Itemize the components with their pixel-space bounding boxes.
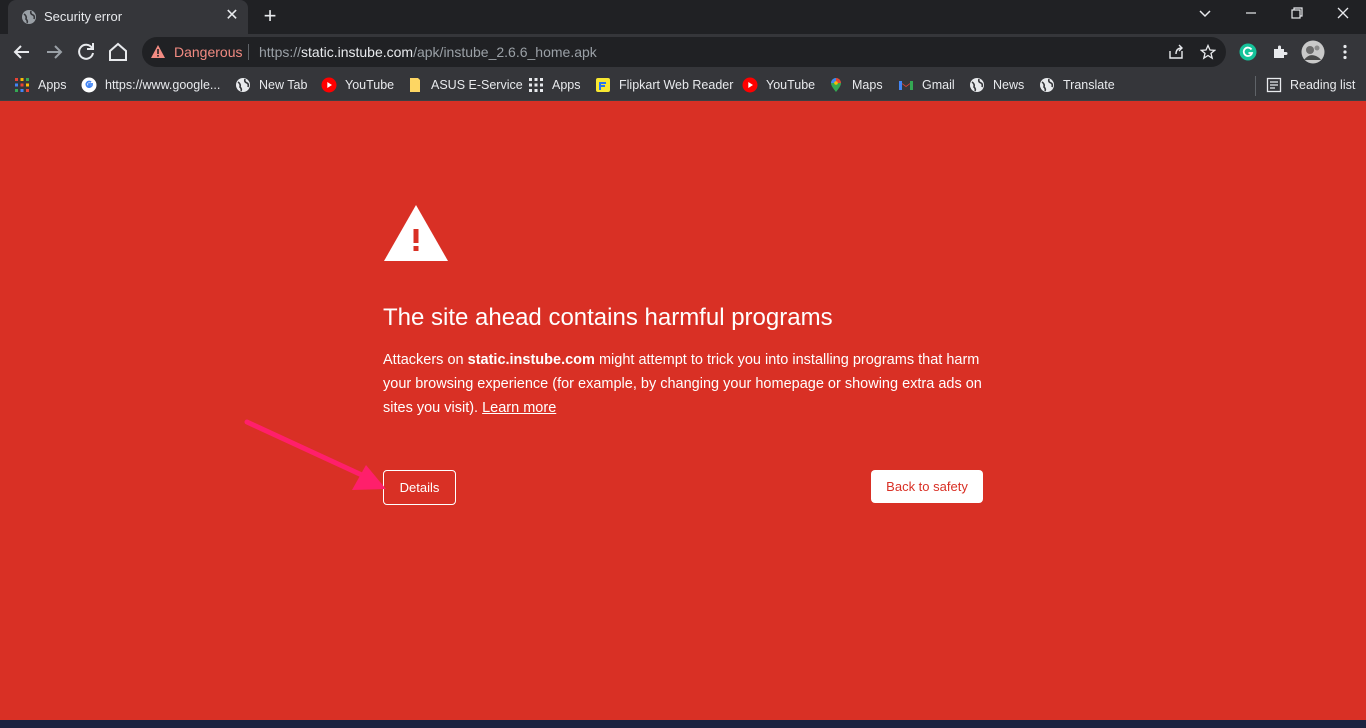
bookmark-label: Maps [852,78,883,92]
bookmarks-divider [1255,76,1256,96]
apps-grid-icon [529,78,543,92]
bookmark-label: YouTube [766,78,816,92]
close-window-button[interactable] [1331,4,1355,26]
extensions-puzzle-icon[interactable] [1271,43,1289,61]
description-prefix: Attackers on [383,352,468,368]
share-icon[interactable] [1168,44,1184,60]
flipkart-icon [596,78,610,92]
reload-icon[interactable] [74,40,98,64]
forward-arrow-icon[interactable] [42,40,66,64]
bookmark-star-icon[interactable] [1200,44,1216,60]
warning-description: Attackers on static.instube.com might at… [383,348,983,420]
reading-list-label: Reading list [1290,78,1356,92]
home-icon[interactable] [106,40,130,64]
menu-kebab-icon[interactable] [1336,43,1354,61]
reading-list-icon [1266,77,1282,93]
bookmark-youtube-2[interactable]: YouTube [742,75,815,95]
bookmark-label: Flipkart Web Reader [619,78,734,92]
back-to-safety-button[interactable]: Back to safety [871,470,983,503]
bookmark-label: Apps [552,78,581,92]
warning-triangle-icon[interactable] [150,44,166,60]
toolbar: Dangerous https://static.instube.com/apk… [0,34,1366,70]
warning-triangle-icon [384,205,448,261]
bookmark-new-tab[interactable]: New Tab [235,75,307,95]
bookmark-news[interactable]: News [969,75,1024,95]
security-interstitial-page: The site ahead contains harmful programs… [0,101,1366,720]
globe-icon [22,10,36,24]
url-path: /apk/instube_2.6.6_home.apk [413,44,597,60]
omnibox-divider [248,44,249,60]
folder-icon [410,78,420,92]
back-arrow-icon[interactable] [10,40,34,64]
tab-search-chevron-down-icon[interactable] [1193,4,1217,26]
bookmark-google[interactable]: https://www.google... [81,75,220,95]
tab-security-error[interactable]: Security error ✕ [8,0,248,34]
tab-title: Security error [44,9,123,24]
description-host: static.instube.com [467,352,595,368]
bookmark-flipkart-web-reader[interactable]: Flipkart Web Reader [595,75,733,95]
minimize-button[interactable] [1239,4,1263,26]
bookmark-label: Apps [38,78,67,92]
globe-icon [236,78,250,92]
url-host: static.instube.com [301,44,414,60]
bookmark-maps[interactable]: Maps [828,75,883,95]
maps-icon [831,78,841,92]
profile-avatar-icon[interactable] [1301,40,1325,64]
annotation-arrow-icon [244,419,386,490]
globe-icon [970,78,984,92]
bookmarks-bar: Apps https://www.google... New Tab YouTu… [0,70,1366,101]
bookmark-translate[interactable]: Translate [1039,75,1115,95]
learn-more-link[interactable]: Learn more [482,400,556,416]
bookmark-gmail[interactable]: Gmail [898,75,955,95]
new-tab-button[interactable]: + [259,5,281,28]
taskbar [0,720,1366,728]
url-text[interactable]: https://static.instube.com/apk/instube_2… [259,44,597,60]
url-scheme: https:// [259,44,302,60]
google-icon [81,77,97,93]
bookmark-youtube[interactable]: YouTube [321,75,394,95]
address-bar[interactable]: Dangerous https://static.instube.com/apk… [142,37,1226,67]
gmail-icon [899,81,913,90]
tab-strip: Security error ✕ + [0,0,1366,34]
bookmark-apps-2[interactable]: Apps [528,75,581,95]
restore-button[interactable] [1285,4,1309,26]
youtube-icon [321,77,337,93]
bookmark-label: New Tab [259,78,308,92]
bookmark-label: https://www.google... [105,78,221,92]
security-status-label[interactable]: Dangerous [174,44,243,60]
tab-close-icon[interactable]: ✕ [223,7,241,25]
globe-icon [1040,78,1054,92]
youtube-icon [742,77,758,93]
reading-list-button[interactable]: Reading list [1266,75,1355,95]
grammarly-extension-icon[interactable] [1239,43,1257,61]
page-heading: The site ahead contains harmful programs [383,304,833,331]
bookmark-label: Translate [1063,78,1115,92]
bookmark-label: News [993,78,1025,92]
bookmark-label: Gmail [922,78,955,92]
bookmark-label: ASUS E-Service [431,78,523,92]
bookmark-asus-e-service[interactable]: ASUS E-Service [407,75,523,95]
bookmark-apps[interactable]: Apps [14,75,67,95]
bookmark-label: YouTube [345,78,395,92]
apps-grid-icon [15,78,29,92]
